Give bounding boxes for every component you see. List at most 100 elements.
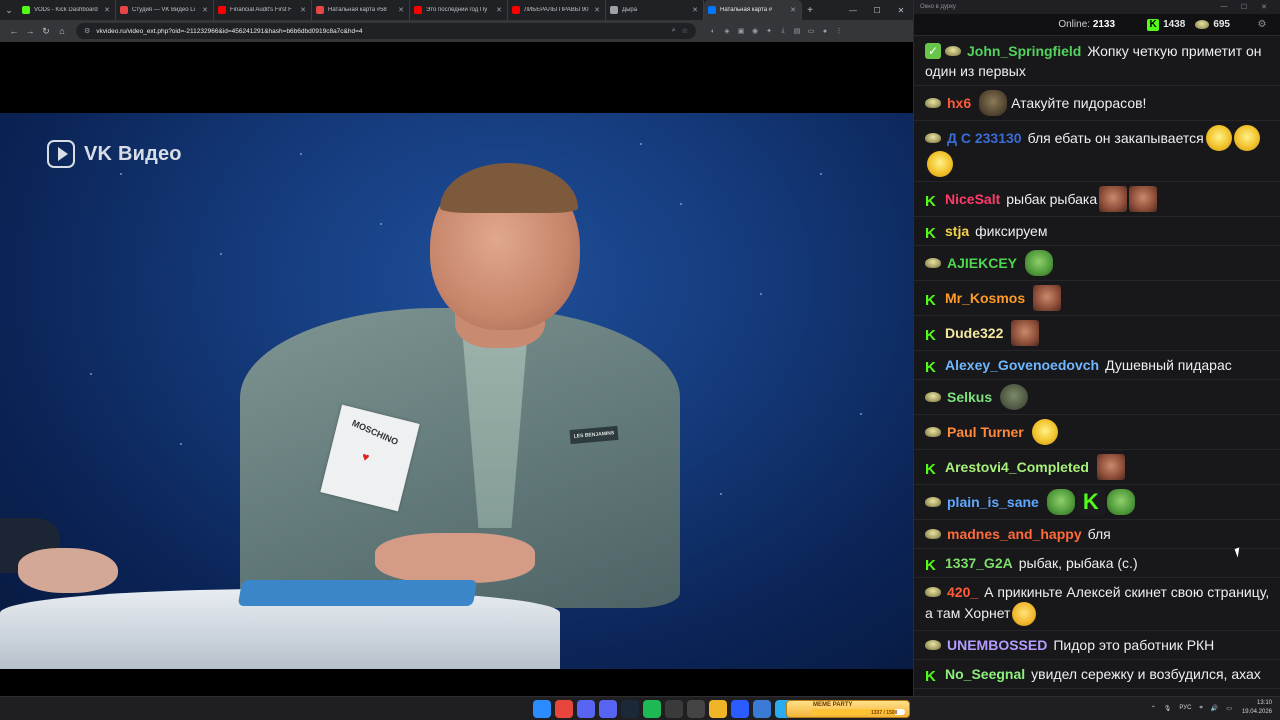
meme-party-widget[interactable]: MEME PARTY 1337 / 1500 bbox=[786, 700, 910, 718]
laugh-emote-icon bbox=[927, 151, 953, 177]
face-emote-icon bbox=[1129, 186, 1158, 212]
extensions-puzzle-icon[interactable]: ✦ bbox=[762, 27, 776, 35]
chat-username[interactable]: madnes_and_happy bbox=[947, 526, 1082, 542]
chat-username[interactable]: Mr_Kosmos bbox=[945, 290, 1025, 306]
chat-message: Selkus bbox=[914, 380, 1280, 415]
tab-close-icon[interactable]: ✕ bbox=[397, 6, 405, 14]
chat-message: K 1337_G2A рыбак, рыбака (с.) bbox=[914, 549, 1280, 578]
chat-username[interactable]: Selkus bbox=[947, 389, 992, 405]
pot-badge-icon bbox=[925, 427, 941, 437]
extension-icon[interactable]: ◉ bbox=[748, 27, 762, 35]
tab-close-icon[interactable]: ✕ bbox=[103, 6, 111, 14]
obs-icon[interactable] bbox=[665, 700, 683, 718]
browser-tab[interactable]: VODs - Kick Dashboard ✕ bbox=[18, 0, 116, 20]
tab-close-icon[interactable]: ✕ bbox=[789, 6, 797, 14]
browser-tab[interactable]: Financial Audit's First F ✕ bbox=[214, 0, 312, 20]
back-icon[interactable]: ← bbox=[6, 26, 22, 36]
minimize-icon[interactable]: — bbox=[1214, 3, 1234, 11]
vpn-icon[interactable] bbox=[753, 700, 771, 718]
forward-icon[interactable]: → bbox=[22, 26, 38, 36]
file-explorer-icon[interactable] bbox=[709, 700, 727, 718]
chat-username[interactable]: John_Springfield bbox=[967, 43, 1081, 59]
chat-message-text: рыбак, рыбака (с.) bbox=[1018, 555, 1138, 571]
tab-close-icon[interactable]: ✕ bbox=[691, 6, 699, 14]
vk-video-watermark: VK Видео bbox=[47, 140, 182, 168]
app-icon[interactable] bbox=[687, 700, 705, 718]
chat-username[interactable]: Paul Turner bbox=[947, 424, 1024, 440]
extension-icon[interactable]: ◐ bbox=[706, 28, 720, 35]
windows-start-icon[interactable] bbox=[533, 700, 551, 718]
browser-tab[interactable]: Это последний год Пу ✕ bbox=[410, 0, 508, 20]
browser-tab[interactable]: ЛИБЕРАЛЫ ПРАВЫ 90 ✕ bbox=[508, 0, 606, 20]
download-icon[interactable]: ⤓ bbox=[776, 27, 790, 35]
chat-username[interactable]: Д С 233130 bbox=[947, 130, 1022, 146]
maximize-icon[interactable]: ☐ bbox=[1234, 3, 1254, 11]
close-icon[interactable]: ✕ bbox=[889, 6, 913, 15]
chat-username[interactable]: Alexey_Govenoedovch bbox=[945, 357, 1099, 373]
media-player-icon[interactable] bbox=[731, 700, 749, 718]
discord-icon[interactable] bbox=[577, 700, 595, 718]
chat-message-list[interactable]: John_SpringfieldЖопку четкую приметит он… bbox=[914, 37, 1280, 696]
menu-kebab-icon[interactable]: ⋮ bbox=[832, 27, 846, 35]
chat-message: Д С 233130 бля ебать он закапывается bbox=[914, 121, 1280, 182]
microphone-icon[interactable]: 🎙 bbox=[1164, 705, 1172, 712]
extension-icon[interactable]: ▣ bbox=[734, 27, 748, 35]
chat-username[interactable]: Dude322 bbox=[945, 325, 1003, 341]
watermark-text: VK Видео bbox=[84, 142, 182, 165]
site-info-icon[interactable]: ⚙ bbox=[84, 27, 90, 35]
chat-message: K NiceSalt рыбак рыбака bbox=[914, 182, 1280, 217]
tab-title: Дыра bbox=[622, 7, 638, 13]
video-player[interactable]: MOSCHINO ♥ LES BENJAMINS VK Видео bbox=[0, 42, 913, 696]
browser-tab[interactable]: Дыра ✕ bbox=[606, 0, 704, 20]
spotify-icon[interactable] bbox=[643, 700, 661, 718]
chevron-up-icon[interactable]: ⌃ bbox=[1151, 705, 1156, 712]
chat-username[interactable]: 1337_G2A bbox=[945, 555, 1013, 571]
browser-tab[interactable]: Натальная карта # ✕ bbox=[704, 0, 802, 20]
chat-username[interactable]: UNEMBOSSED bbox=[947, 637, 1047, 653]
chat-username[interactable]: plain_is_sane bbox=[947, 494, 1039, 510]
settings-gear-icon[interactable]: ⚙ bbox=[1254, 19, 1270, 30]
home-icon[interactable]: ⌂ bbox=[54, 26, 70, 36]
language-indicator[interactable]: РУС bbox=[1179, 705, 1191, 711]
chrome-icon[interactable] bbox=[555, 700, 573, 718]
bookmark-icon[interactable]: ☆ bbox=[682, 27, 688, 35]
chat-window-controls: — ☐ ✕ bbox=[1214, 3, 1274, 11]
tab-close-icon[interactable]: ✕ bbox=[201, 6, 209, 14]
new-tab-button[interactable]: + bbox=[802, 5, 818, 16]
volume-icon[interactable]: 🔊 bbox=[1211, 705, 1218, 712]
chat-username[interactable]: NiceSalt bbox=[945, 191, 1000, 207]
tab-close-icon[interactable]: ✕ bbox=[593, 6, 601, 14]
battery-icon[interactable]: ▭ bbox=[1226, 705, 1232, 712]
extension-icon[interactable]: ◈ bbox=[720, 27, 734, 35]
chat-username[interactable]: AJIEKCEY bbox=[947, 255, 1017, 271]
chat-message: plain_is_sane bbox=[914, 485, 1280, 520]
tab-close-icon[interactable]: ✕ bbox=[495, 6, 503, 14]
profile-avatar-icon[interactable]: ● bbox=[818, 28, 832, 35]
discord-2-icon[interactable] bbox=[599, 700, 617, 718]
sidebar-icon[interactable]: ▤ bbox=[790, 27, 804, 35]
browser-tab[interactable]: Натальная карта #58 ✕ bbox=[312, 0, 410, 20]
clock[interactable]: 13:10 19.04.2026 bbox=[1242, 699, 1272, 717]
maximize-icon[interactable]: ☐ bbox=[865, 6, 889, 15]
tab-close-icon[interactable]: ✕ bbox=[299, 6, 307, 14]
chat-username[interactable]: hx6 bbox=[947, 95, 971, 111]
pot-viewers-stat: 695 bbox=[1195, 19, 1230, 30]
address-input[interactable]: ⚙ vkvideo.ru/video_ext.php?oid=-21123296… bbox=[76, 23, 696, 39]
browser-tab[interactable]: Студия — VK Видео Li ✕ bbox=[116, 0, 214, 20]
cast-icon[interactable]: ▭ bbox=[804, 27, 818, 35]
pot-count: 695 bbox=[1213, 19, 1230, 30]
reload-icon[interactable]: ↻ bbox=[38, 26, 54, 37]
minimize-icon[interactable]: — bbox=[841, 6, 865, 15]
heart-icon: ♥ bbox=[360, 449, 371, 465]
chat-username[interactable]: No_Seegnal bbox=[945, 666, 1025, 682]
zoom-icon[interactable]: ⌕ bbox=[672, 27, 676, 35]
chat-username[interactable]: stja bbox=[945, 223, 969, 239]
steam-icon[interactable] bbox=[621, 700, 639, 718]
chat-message: John_SpringfieldЖопку четкую приметит он… bbox=[914, 37, 1280, 86]
network-icon[interactable]: ⌗ bbox=[1199, 705, 1202, 712]
page-icon bbox=[610, 6, 618, 14]
chat-username[interactable]: Arestovi4_Completed bbox=[945, 459, 1089, 475]
chat-username[interactable]: 420_ bbox=[947, 584, 978, 600]
tab-search-button[interactable]: ⌄ bbox=[0, 0, 18, 20]
close-icon[interactable]: ✕ bbox=[1254, 3, 1274, 11]
